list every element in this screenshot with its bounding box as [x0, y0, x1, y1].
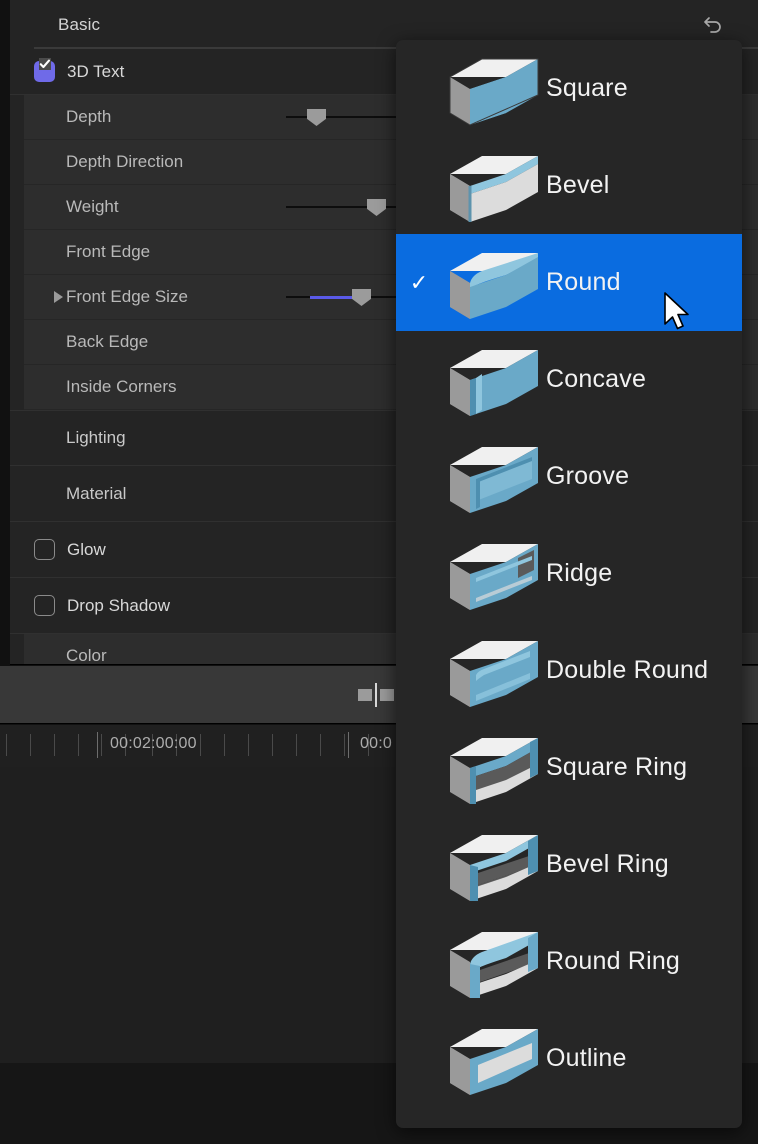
- ruler-tick: [30, 734, 31, 756]
- menu-item-groove[interactable]: Groove: [396, 428, 742, 525]
- slider-thumb[interactable]: [367, 199, 386, 216]
- shape-groove-icon: [442, 435, 546, 519]
- menu-item-label: Groove: [546, 462, 629, 491]
- ruler-tick: [296, 734, 297, 756]
- reset-button[interactable]: [700, 12, 726, 38]
- ruler-tick: [248, 734, 249, 756]
- ruler-tick: [320, 734, 321, 756]
- ruler-tick: [101, 734, 102, 756]
- menu-item-checkmark-icon: ✓: [396, 272, 442, 294]
- row-label: Color: [66, 646, 107, 665]
- ruler-tick: [272, 734, 273, 756]
- ruler-tick-major: [348, 732, 349, 758]
- menu-item-square-ring[interactable]: Square Ring: [396, 719, 742, 816]
- row-label: Front Edge Size: [66, 287, 188, 307]
- menu-item-round-ring[interactable]: Round Ring: [396, 913, 742, 1010]
- ruler-tick: [54, 734, 55, 756]
- zoom-playhead-icon[interactable]: [375, 683, 377, 707]
- zoom-handle-right-icon[interactable]: [380, 689, 394, 701]
- checkbox-3d-text[interactable]: [34, 61, 55, 82]
- shape-double-round-icon: [442, 629, 546, 713]
- menu-item-label: Bevel Ring: [546, 850, 669, 879]
- shape-bevel-icon: [442, 144, 546, 228]
- ruler-tick: [78, 734, 79, 756]
- motion-app-window: Basic 3D Text Depth: [0, 0, 758, 1144]
- menu-item-label: Round Ring: [546, 947, 680, 976]
- menu-item-double-round[interactable]: Double Round: [396, 622, 742, 719]
- ruler-tick: [200, 734, 201, 756]
- menu-item-outline[interactable]: Outline: [396, 1010, 742, 1107]
- menu-item-square[interactable]: Square: [396, 40, 742, 137]
- checkbox-glow[interactable]: [34, 539, 55, 560]
- row-label: 3D Text: [67, 62, 124, 82]
- shape-bevel-ring-icon: [442, 823, 546, 907]
- menu-item-concave[interactable]: Concave: [396, 331, 742, 428]
- menu-item-round[interactable]: ✓ Round: [396, 234, 742, 331]
- row-label: Depth Direction: [66, 152, 183, 172]
- reset-arrow-icon: [701, 13, 725, 37]
- slider-thumb[interactable]: [307, 109, 326, 126]
- ruler-tick: [6, 734, 7, 756]
- row-label: Lighting: [66, 428, 126, 448]
- shape-square-ring-icon: [442, 726, 546, 810]
- row-label: Depth: [66, 107, 111, 127]
- menu-item-label: Round: [546, 268, 621, 297]
- row-label: Front Edge: [66, 242, 150, 262]
- check-icon: [39, 58, 51, 70]
- shape-round-ring-icon: [442, 920, 546, 1004]
- row-label: Back Edge: [66, 332, 148, 352]
- front-edge-shape-menu[interactable]: Square Bevel ✓ Round Concave Groove: [396, 40, 742, 1128]
- checkbox-drop-shadow[interactable]: [34, 595, 55, 616]
- menu-item-bevel-ring[interactable]: Bevel Ring: [396, 816, 742, 913]
- menu-item-label: Bevel: [546, 171, 610, 200]
- shape-outline-icon: [442, 1017, 546, 1101]
- row-label: Drop Shadow: [67, 596, 170, 616]
- shape-round-icon: [442, 241, 546, 325]
- shape-concave-icon: [442, 338, 546, 422]
- row-label: Weight: [66, 197, 119, 217]
- ruler-tick-major: [97, 732, 98, 758]
- timecode-label: 00:0: [360, 735, 392, 753]
- zoom-handle-left-icon[interactable]: [358, 689, 372, 701]
- menu-item-label: Concave: [546, 365, 646, 394]
- shape-square-icon: [442, 47, 546, 131]
- row-label: Glow: [67, 540, 106, 560]
- menu-item-label: Double Round: [546, 656, 708, 685]
- row-label: Inside Corners: [66, 377, 177, 397]
- slider-thumb[interactable]: [352, 289, 371, 306]
- timeline-zoom-control[interactable]: [358, 683, 394, 707]
- menu-item-ridge[interactable]: Ridge: [396, 525, 742, 622]
- menu-item-label: Ridge: [546, 559, 612, 588]
- menu-item-bevel[interactable]: Bevel: [396, 137, 742, 234]
- timecode-label: 00:02:00:00: [110, 735, 197, 753]
- ruler-tick: [224, 734, 225, 756]
- page-title: Basic: [58, 15, 100, 35]
- menu-item-label: Square: [546, 74, 628, 103]
- menu-list: Square Bevel ✓ Round Concave Groove: [396, 40, 742, 1107]
- row-label: Material: [66, 484, 126, 504]
- ruler-tick: [344, 734, 345, 756]
- menu-item-label: Square Ring: [546, 753, 687, 782]
- shape-ridge-icon: [442, 532, 546, 616]
- menu-item-label: Outline: [546, 1044, 627, 1073]
- disclosure-triangle-icon[interactable]: [54, 291, 63, 303]
